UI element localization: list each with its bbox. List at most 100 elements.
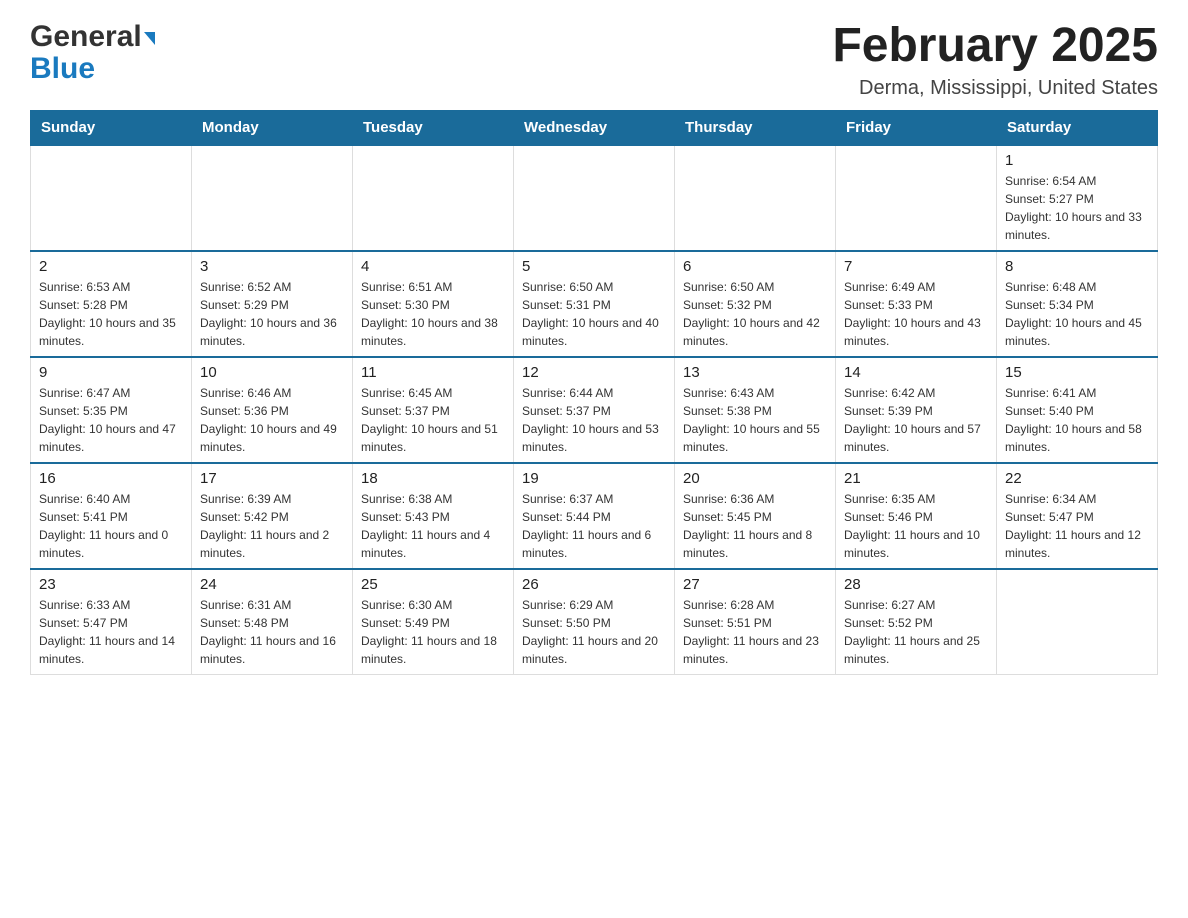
- page-header: General Blue February 2025 Derma, Missis…: [30, 20, 1158, 100]
- day-number: 14: [844, 364, 988, 381]
- day-info: Sunrise: 6:37 AM Sunset: 5:44 PM Dayligh…: [522, 490, 666, 562]
- day-info: Sunrise: 6:50 AM Sunset: 5:32 PM Dayligh…: [683, 278, 827, 350]
- calendar-cell: 12 Sunrise: 6:44 AM Sunset: 5:37 PM Dayli…: [514, 357, 675, 463]
- calendar-cell: 16 Sunrise: 6:40 AM Sunset: 5:41 PM Dayli…: [31, 463, 192, 569]
- day-number: 1: [1005, 152, 1149, 169]
- day-number: 27: [683, 576, 827, 593]
- day-info: Sunrise: 6:40 AM Sunset: 5:41 PM Dayligh…: [39, 490, 183, 562]
- calendar-header-row: SundayMondayTuesdayWednesdayThursdayFrid…: [31, 110, 1158, 145]
- day-of-week-header: Sunday: [31, 110, 192, 145]
- calendar-cell: [353, 145, 514, 251]
- day-number: 15: [1005, 364, 1149, 381]
- day-number: 4: [361, 258, 505, 275]
- day-number: 12: [522, 364, 666, 381]
- day-info: Sunrise: 6:51 AM Sunset: 5:30 PM Dayligh…: [361, 278, 505, 350]
- day-number: 7: [844, 258, 988, 275]
- day-info: Sunrise: 6:41 AM Sunset: 5:40 PM Dayligh…: [1005, 384, 1149, 456]
- day-number: 24: [200, 576, 344, 593]
- calendar-cell: 2 Sunrise: 6:53 AM Sunset: 5:28 PM Daylig…: [31, 251, 192, 357]
- calendar-week-row: 23 Sunrise: 6:33 AM Sunset: 5:47 PM Dayli…: [31, 569, 1158, 675]
- calendar-cell: 24 Sunrise: 6:31 AM Sunset: 5:48 PM Dayli…: [192, 569, 353, 675]
- calendar-cell: 15 Sunrise: 6:41 AM Sunset: 5:40 PM Dayli…: [997, 357, 1158, 463]
- month-title: February 2025: [832, 20, 1158, 73]
- calendar-cell: 4 Sunrise: 6:51 AM Sunset: 5:30 PM Daylig…: [353, 251, 514, 357]
- day-number: 17: [200, 470, 344, 487]
- day-info: Sunrise: 6:38 AM Sunset: 5:43 PM Dayligh…: [361, 490, 505, 562]
- calendar-week-row: 2 Sunrise: 6:53 AM Sunset: 5:28 PM Daylig…: [31, 251, 1158, 357]
- day-number: 28: [844, 576, 988, 593]
- day-of-week-header: Monday: [192, 110, 353, 145]
- calendar-cell: 8 Sunrise: 6:48 AM Sunset: 5:34 PM Daylig…: [997, 251, 1158, 357]
- day-info: Sunrise: 6:49 AM Sunset: 5:33 PM Dayligh…: [844, 278, 988, 350]
- day-number: 22: [1005, 470, 1149, 487]
- day-info: Sunrise: 6:54 AM Sunset: 5:27 PM Dayligh…: [1005, 172, 1149, 244]
- calendar-table: SundayMondayTuesdayWednesdayThursdayFrid…: [30, 110, 1158, 675]
- day-info: Sunrise: 6:46 AM Sunset: 5:36 PM Dayligh…: [200, 384, 344, 456]
- day-of-week-header: Wednesday: [514, 110, 675, 145]
- calendar-cell: [675, 145, 836, 251]
- day-number: 6: [683, 258, 827, 275]
- day-info: Sunrise: 6:39 AM Sunset: 5:42 PM Dayligh…: [200, 490, 344, 562]
- calendar-cell: 14 Sunrise: 6:42 AM Sunset: 5:39 PM Dayli…: [836, 357, 997, 463]
- day-info: Sunrise: 6:33 AM Sunset: 5:47 PM Dayligh…: [39, 596, 183, 668]
- calendar-cell: 6 Sunrise: 6:50 AM Sunset: 5:32 PM Daylig…: [675, 251, 836, 357]
- day-number: 9: [39, 364, 183, 381]
- calendar-cell: 17 Sunrise: 6:39 AM Sunset: 5:42 PM Dayli…: [192, 463, 353, 569]
- day-info: Sunrise: 6:47 AM Sunset: 5:35 PM Dayligh…: [39, 384, 183, 456]
- calendar-cell: [514, 145, 675, 251]
- calendar-cell: 23 Sunrise: 6:33 AM Sunset: 5:47 PM Dayli…: [31, 569, 192, 675]
- day-info: Sunrise: 6:34 AM Sunset: 5:47 PM Dayligh…: [1005, 490, 1149, 562]
- day-info: Sunrise: 6:44 AM Sunset: 5:37 PM Dayligh…: [522, 384, 666, 456]
- day-info: Sunrise: 6:45 AM Sunset: 5:37 PM Dayligh…: [361, 384, 505, 456]
- calendar-cell: 9 Sunrise: 6:47 AM Sunset: 5:35 PM Daylig…: [31, 357, 192, 463]
- day-of-week-header: Tuesday: [353, 110, 514, 145]
- day-number: 16: [39, 470, 183, 487]
- calendar-cell: [31, 145, 192, 251]
- day-of-week-header: Friday: [836, 110, 997, 145]
- calendar-cell: 20 Sunrise: 6:36 AM Sunset: 5:45 PM Dayli…: [675, 463, 836, 569]
- day-info: Sunrise: 6:35 AM Sunset: 5:46 PM Dayligh…: [844, 490, 988, 562]
- logo-triangle-icon: [144, 32, 155, 45]
- day-info: Sunrise: 6:53 AM Sunset: 5:28 PM Dayligh…: [39, 278, 183, 350]
- day-info: Sunrise: 6:36 AM Sunset: 5:45 PM Dayligh…: [683, 490, 827, 562]
- day-info: Sunrise: 6:42 AM Sunset: 5:39 PM Dayligh…: [844, 384, 988, 456]
- calendar-week-row: 1 Sunrise: 6:54 AM Sunset: 5:27 PM Daylig…: [31, 145, 1158, 251]
- calendar-cell: 18 Sunrise: 6:38 AM Sunset: 5:43 PM Dayli…: [353, 463, 514, 569]
- calendar-cell: 11 Sunrise: 6:45 AM Sunset: 5:37 PM Dayli…: [353, 357, 514, 463]
- day-info: Sunrise: 6:29 AM Sunset: 5:50 PM Dayligh…: [522, 596, 666, 668]
- calendar-cell: 21Sunrise: 6:35 AM Sunset: 5:46 PM Dayli…: [836, 463, 997, 569]
- calendar-cell: 1 Sunrise: 6:54 AM Sunset: 5:27 PM Daylig…: [997, 145, 1158, 251]
- day-info: Sunrise: 6:30 AM Sunset: 5:49 PM Dayligh…: [361, 596, 505, 668]
- calendar-cell: [997, 569, 1158, 675]
- day-info: Sunrise: 6:31 AM Sunset: 5:48 PM Dayligh…: [200, 596, 344, 668]
- calendar-week-row: 16 Sunrise: 6:40 AM Sunset: 5:41 PM Dayli…: [31, 463, 1158, 569]
- calendar-cell: 28 Sunrise: 6:27 AM Sunset: 5:52 PM Dayli…: [836, 569, 997, 675]
- day-number: 26: [522, 576, 666, 593]
- calendar-cell: 26 Sunrise: 6:29 AM Sunset: 5:50 PM Dayli…: [514, 569, 675, 675]
- day-number: 5: [522, 258, 666, 275]
- day-number: 19: [522, 470, 666, 487]
- calendar-cell: 19 Sunrise: 6:37 AM Sunset: 5:44 PM Dayli…: [514, 463, 675, 569]
- day-number: 23: [39, 576, 183, 593]
- day-info: Sunrise: 6:50 AM Sunset: 5:31 PM Dayligh…: [522, 278, 666, 350]
- day-number: 3: [200, 258, 344, 275]
- location-label: Derma, Mississippi, United States: [832, 77, 1158, 100]
- day-info: Sunrise: 6:48 AM Sunset: 5:34 PM Dayligh…: [1005, 278, 1149, 350]
- day-number: 20: [683, 470, 827, 487]
- calendar-cell: 10 Sunrise: 6:46 AM Sunset: 5:36 PM Dayli…: [192, 357, 353, 463]
- day-number: 10: [200, 364, 344, 381]
- day-info: Sunrise: 6:27 AM Sunset: 5:52 PM Dayligh…: [844, 596, 988, 668]
- calendar-cell: 3Sunrise: 6:52 AM Sunset: 5:29 PM Daylig…: [192, 251, 353, 357]
- day-number: 18: [361, 470, 505, 487]
- day-number: 13: [683, 364, 827, 381]
- day-of-week-header: Saturday: [997, 110, 1158, 145]
- day-number: 2: [39, 258, 183, 275]
- day-number: 8: [1005, 258, 1149, 275]
- title-section: February 2025 Derma, Mississippi, United…: [832, 20, 1158, 100]
- calendar-week-row: 9 Sunrise: 6:47 AM Sunset: 5:35 PM Daylig…: [31, 357, 1158, 463]
- calendar-cell: [192, 145, 353, 251]
- calendar-cell: 27 Sunrise: 6:28 AM Sunset: 5:51 PM Dayli…: [675, 569, 836, 675]
- day-number: 11: [361, 364, 505, 381]
- day-info: Sunrise: 6:28 AM Sunset: 5:51 PM Dayligh…: [683, 596, 827, 668]
- calendar-cell: 5 Sunrise: 6:50 AM Sunset: 5:31 PM Daylig…: [514, 251, 675, 357]
